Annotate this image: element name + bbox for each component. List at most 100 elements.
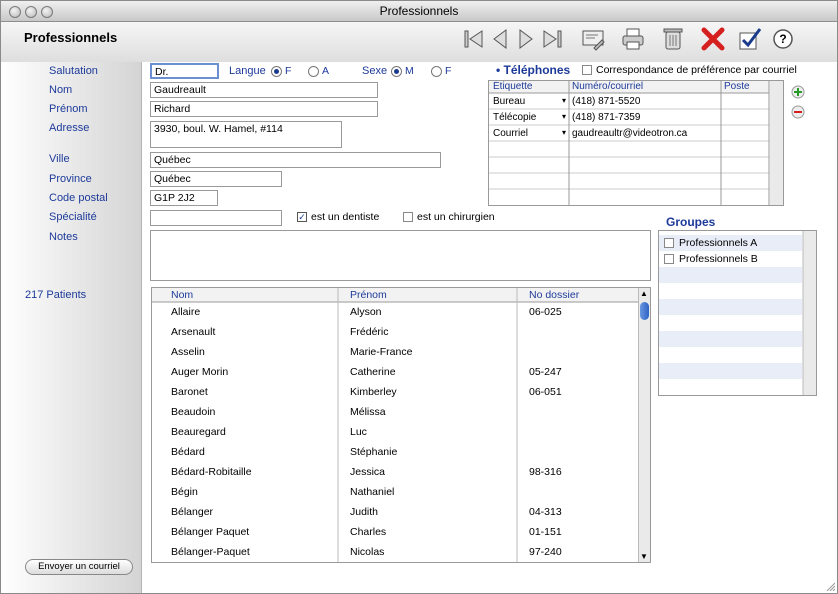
langue-f-radio[interactable] <box>271 66 282 77</box>
patients-count-label: 217 Patients <box>25 289 87 301</box>
table-row[interactable]: Bélanger-Paquet Nicolas 97-240 <box>152 546 638 562</box>
table-row[interactable]: Allaire Alyson 06-025 <box>152 306 638 326</box>
next-record-button[interactable] <box>513 26 539 52</box>
prenom-field[interactable]: Richard <box>150 101 378 117</box>
patients-table: Nom Prénom No dossier Allaire Alyson 06-… <box>151 287 651 563</box>
checkmark-icon <box>739 28 762 50</box>
phone-row-number[interactable]: (418) 871-5520 <box>572 96 640 107</box>
sexe-f-radio[interactable] <box>431 66 442 77</box>
chevron-down-icon[interactable]: ▾ <box>562 96 566 105</box>
adresse-field[interactable]: 3930, boul. W. Hamel, #114 <box>150 121 342 148</box>
toolbar: Professionnels ? <box>1 22 837 62</box>
langue-label: Langue <box>229 65 266 77</box>
province-label: Province <box>49 173 92 185</box>
table-row[interactable]: Arsenault Frédéric <box>152 326 638 346</box>
patients-scrollbar[interactable]: ▲ ▼ <box>638 288 650 562</box>
group-item[interactable]: Professionnels A <box>679 237 757 249</box>
table-row[interactable]: Baronet Kimberley 06-051 <box>152 386 638 406</box>
printer-icon <box>622 28 644 50</box>
chevron-down-icon[interactable]: ▾ <box>562 112 566 121</box>
red-x-icon <box>701 27 725 51</box>
scrollbar-thumb[interactable] <box>640 302 649 320</box>
resize-grip-icon[interactable] <box>825 581 836 592</box>
phone-row-number[interactable]: gaudreaultr@videotron.ca <box>572 128 687 139</box>
remove-phone-button[interactable] <box>791 105 805 119</box>
table-row[interactable]: Beauregard Luc <box>152 426 638 446</box>
code-postal-field[interactable]: G1P 2J2 <box>150 190 218 206</box>
patient-nom: Allaire <box>171 306 201 318</box>
chevron-down-icon[interactable]: ▾ <box>562 128 566 137</box>
phone-row-label[interactable]: Courriel <box>493 128 528 139</box>
table-row[interactable]: Auger Morin Catherine 05-247 <box>152 366 638 386</box>
patient-dossier: 98-316 <box>529 466 562 478</box>
patient-prenom: Frédéric <box>350 326 389 338</box>
table-row[interactable]: Asselin Marie-France <box>152 346 638 366</box>
delete-button[interactable] <box>700 26 726 52</box>
scroll-up-icon[interactable]: ▲ <box>640 289 648 298</box>
send-email-button[interactable]: Envoyer un courriel <box>25 559 133 575</box>
trash-button[interactable] <box>660 26 686 52</box>
last-record-button[interactable] <box>539 26 565 52</box>
table-row[interactable]: Bélanger Judith 04-313 <box>152 506 638 526</box>
title-bar: Professionnels <box>1 1 837 22</box>
adresse-label: Adresse <box>49 122 90 134</box>
print-button[interactable] <box>620 26 646 52</box>
scroll-down-icon[interactable]: ▼ <box>640 552 648 561</box>
group-checkbox[interactable] <box>664 254 674 264</box>
table-row[interactable]: Bédard-Robitaille Jessica 98-316 <box>152 466 638 486</box>
close-window-button[interactable] <box>9 6 21 18</box>
specialite-field[interactable] <box>150 210 282 226</box>
patient-prenom: Jessica <box>350 466 386 478</box>
langue-a-radio[interactable] <box>308 66 319 77</box>
phone-row-label[interactable]: Bureau <box>493 96 525 107</box>
patient-prenom: Luc <box>350 426 367 438</box>
nom-field[interactable]: Gaudreault <box>150 82 378 98</box>
specialite-label: Spécialité <box>49 211 97 223</box>
table-row[interactable]: Beaudoin Mélissa <box>152 406 638 426</box>
salutation-field[interactable]: Dr. <box>150 63 219 79</box>
chirurgien-label: est un chirurgien <box>417 211 495 223</box>
patient-prenom: Marie-France <box>350 346 413 358</box>
add-phone-button[interactable] <box>791 85 805 99</box>
table-row[interactable]: Bédard Stéphanie <box>152 446 638 466</box>
group-item[interactable]: Professionnels B <box>679 253 758 265</box>
patient-prenom: Catherine <box>350 366 396 378</box>
groups-list: Professionnels A Professionnels B <box>658 230 817 396</box>
patient-nom: Bégin <box>171 486 198 498</box>
sexe-m-radio[interactable] <box>391 66 402 77</box>
patients-header-dossier[interactable]: No dossier <box>529 289 579 301</box>
patient-nom: Bédard <box>171 446 205 458</box>
next-icon <box>519 29 533 49</box>
chirurgien-checkbox[interactable] <box>403 212 413 222</box>
table-row[interactable]: Bélanger Paquet Charles 01-151 <box>152 526 638 546</box>
edit-card-button[interactable] <box>580 26 606 52</box>
page-title: Professionnels <box>24 30 118 45</box>
langue-f-label: F <box>285 65 292 77</box>
app-window: Professionnels Professionnels ? Salutati… <box>0 0 838 594</box>
trash-icon <box>663 28 683 50</box>
notes-label: Notes <box>49 231 78 243</box>
patient-nom: Beauregard <box>171 426 226 438</box>
phone-row-number[interactable]: (418) 871-7359 <box>572 112 640 123</box>
patient-prenom: Alyson <box>350 306 382 318</box>
dentiste-checkbox[interactable]: ✓ <box>297 212 307 222</box>
email-preference-checkbox[interactable] <box>582 65 592 75</box>
previous-record-button[interactable] <box>487 26 513 52</box>
zoom-window-button[interactable] <box>41 6 53 18</box>
previous-icon <box>493 29 507 49</box>
minimize-window-button[interactable] <box>25 6 37 18</box>
phone-row-label[interactable]: Télécopie <box>493 112 536 123</box>
validate-button[interactable] <box>737 26 763 52</box>
group-checkbox[interactable] <box>664 238 674 248</box>
first-record-button[interactable] <box>461 26 487 52</box>
sexe-f-label: F <box>445 65 452 77</box>
ville-field[interactable]: Québec <box>150 152 441 168</box>
table-row[interactable]: Bégin Nathaniel <box>152 486 638 506</box>
help-button[interactable]: ? <box>770 26 796 52</box>
province-field[interactable]: Québec <box>150 171 282 187</box>
notes-field[interactable] <box>150 230 651 281</box>
patients-header-nom[interactable]: Nom <box>171 289 193 301</box>
patients-header-prenom[interactable]: Prénom <box>350 289 387 301</box>
ville-label: Ville <box>49 153 70 165</box>
prenom-label: Prénom <box>49 103 88 115</box>
